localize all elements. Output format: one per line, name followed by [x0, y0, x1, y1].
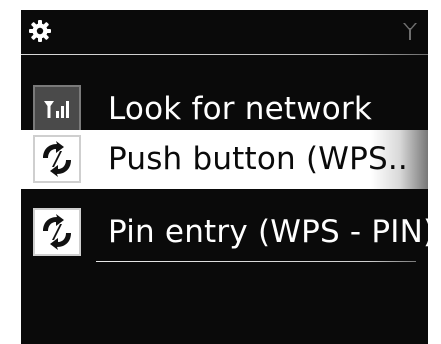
- wps-refresh-icon: [33, 135, 81, 183]
- menu-item-push-button-wps[interactable]: Push button (WPS...: [21, 130, 428, 189]
- menu-item-pin-entry-wps-pin[interactable]: Pin entry (WPS - PIN): [21, 203, 435, 262]
- top-bar: [21, 10, 428, 52]
- item-divider: [96, 261, 416, 262]
- device-screen: Look for network Push button (WPS... Pin…: [21, 10, 435, 344]
- gear-icon[interactable]: [28, 19, 52, 43]
- antenna-icon: [403, 23, 417, 40]
- header-divider: [21, 54, 428, 55]
- wps-refresh-icon: [33, 208, 81, 256]
- menu-item-label: Push button (WPS...: [108, 141, 408, 177]
- signal-bars-icon: [33, 85, 81, 133]
- menu-item-label: Look for network: [108, 91, 373, 127]
- menu-item-label: Pin entry (WPS - PIN): [108, 214, 436, 250]
